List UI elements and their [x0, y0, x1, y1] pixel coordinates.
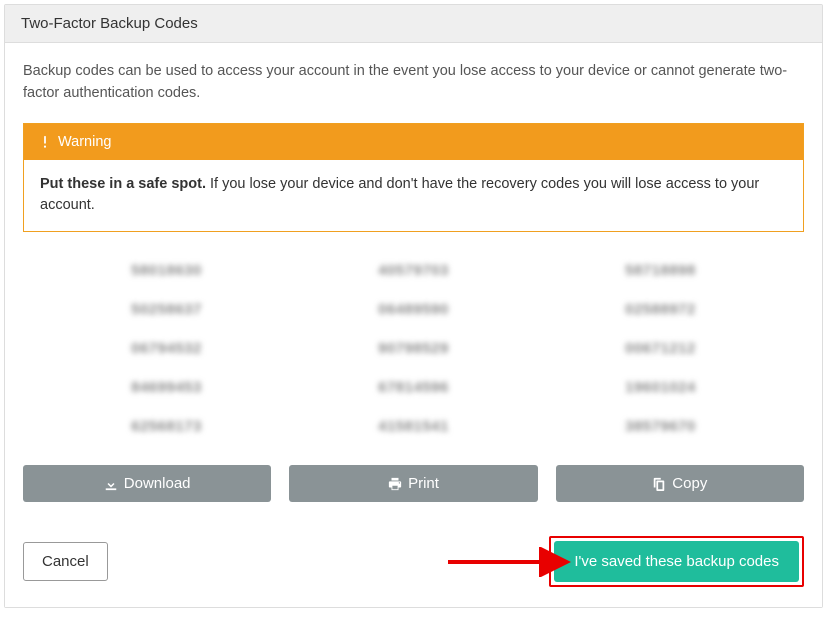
- codes-grid: 58018630 40579703 58718898 50258637 0648…: [23, 256, 804, 441]
- backup-code: 58018630: [63, 256, 270, 285]
- backup-code: 06489590: [310, 295, 517, 324]
- backup-code: 41581541: [310, 412, 517, 441]
- warning-icon: [38, 135, 52, 149]
- actions-row: Download Print Copy: [23, 465, 804, 502]
- copy-label: Copy: [672, 475, 707, 492]
- highlight-box: I've saved these backup codes: [549, 536, 804, 587]
- backup-code: 06794532: [63, 334, 270, 363]
- backup-code: 50258637: [63, 295, 270, 324]
- backup-code: 02588972: [557, 295, 764, 324]
- warning-body: Put these in a safe spot. If you lose yo…: [24, 160, 803, 232]
- intro-text: Backup codes can be used to access your …: [23, 61, 804, 105]
- copy-button[interactable]: Copy: [556, 465, 804, 502]
- print-button[interactable]: Print: [289, 465, 537, 502]
- warning-alert: Warning Put these in a safe spot. If you…: [23, 123, 804, 233]
- warning-strong: Put these in a safe spot.: [40, 176, 206, 192]
- print-label: Print: [408, 475, 439, 492]
- cancel-button[interactable]: Cancel: [23, 542, 108, 581]
- download-label: Download: [124, 475, 191, 492]
- panel-title: Two-Factor Backup Codes: [5, 5, 822, 43]
- download-icon: [104, 477, 118, 491]
- panel-body: Backup codes can be used to access your …: [5, 43, 822, 607]
- backup-code: 19601024: [557, 373, 764, 402]
- backup-code: 40579703: [310, 256, 517, 285]
- backup-code: 58718898: [557, 256, 764, 285]
- saved-codes-button[interactable]: I've saved these backup codes: [554, 541, 799, 582]
- copy-icon: [652, 477, 666, 491]
- print-icon: [388, 477, 402, 491]
- arrow-icon: [443, 547, 583, 577]
- backup-codes-panel: Two-Factor Backup Codes Backup codes can…: [4, 4, 823, 608]
- warning-header: Warning: [24, 124, 803, 160]
- warning-heading-text: Warning: [58, 134, 111, 150]
- backup-code: 62568173: [63, 412, 270, 441]
- backup-code: 00671212: [557, 334, 764, 363]
- backup-code: 90798529: [310, 334, 517, 363]
- bottom-row: Cancel I've saved these backup codes: [23, 536, 804, 587]
- backup-code: 67814596: [310, 373, 517, 402]
- backup-code: 38579670: [557, 412, 764, 441]
- download-button[interactable]: Download: [23, 465, 271, 502]
- backup-code: 84699453: [63, 373, 270, 402]
